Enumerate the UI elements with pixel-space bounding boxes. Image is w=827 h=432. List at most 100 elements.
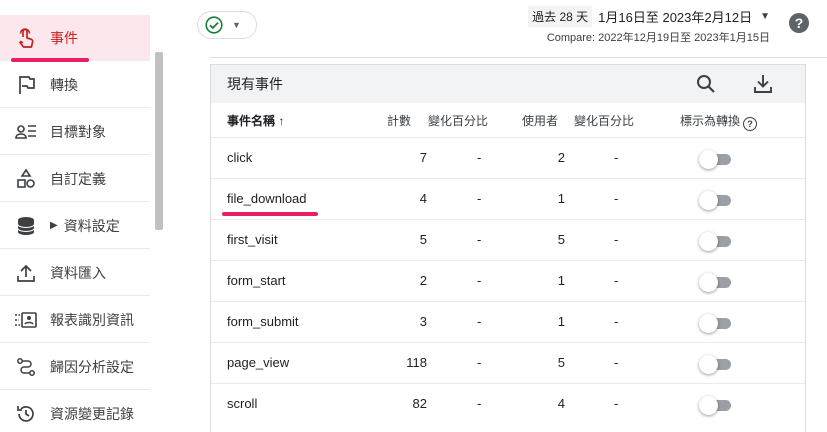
event-name[interactable]: form_submit xyxy=(227,314,299,329)
audience-icon xyxy=(14,120,38,144)
table-row: scroll 82 - 4 - xyxy=(211,383,805,424)
event-name[interactable]: form_start xyxy=(227,273,286,288)
event-count: 2 xyxy=(419,273,427,288)
event-users: 4 xyxy=(557,396,565,411)
help-icon[interactable]: ? xyxy=(789,13,809,33)
check-circle-icon xyxy=(205,16,223,34)
users-change: - xyxy=(614,396,619,411)
table-row: click 7 - 2 - xyxy=(211,137,805,178)
sidebar-item-data-import[interactable]: 資料匯入 xyxy=(0,250,150,296)
card-header: 現有事件 xyxy=(211,65,805,103)
mark-conversion-toggle[interactable] xyxy=(699,149,735,169)
column-header-users[interactable]: 使用者 xyxy=(522,112,558,129)
column-header-event-name[interactable]: 事件名稱 ↑ xyxy=(227,112,284,129)
column-header-count[interactable]: 計數 xyxy=(387,112,411,129)
chevron-down-icon: ▼ xyxy=(232,20,241,30)
column-header-count-change[interactable]: 變化百分比 xyxy=(428,112,488,129)
table-row: form_start 2 - 1 - xyxy=(211,260,805,301)
event-name[interactable]: first_visit xyxy=(227,232,278,247)
column-header-users-change[interactable]: 變化百分比 xyxy=(574,112,634,129)
sidebar-item-change-history[interactable]: 資源變更記錄 xyxy=(0,391,150,432)
shapes-icon xyxy=(14,167,38,191)
sidebar-item-label: 資料設定 xyxy=(63,217,120,234)
date-range-picker[interactable]: 過去 28 天 1月16日至 2023年2月12日 ▼ Compare: 202… xyxy=(528,5,770,45)
touch-icon xyxy=(14,26,38,50)
count-change: - xyxy=(477,314,482,329)
sidebar-item-conversions[interactable]: 轉換 xyxy=(0,62,150,108)
sidebar-item-label: 自訂定義 xyxy=(50,170,106,187)
upload-icon xyxy=(14,261,38,285)
sort-arrow-icon: ↑ xyxy=(278,114,285,128)
event-users: 5 xyxy=(557,232,565,247)
existing-events-card: 現有事件 事件名稱 ↑ 計數 變化百分比 使用者 變化百分比 標示為轉換? cl… xyxy=(210,64,806,432)
mark-conversion-toggle[interactable] xyxy=(699,313,735,333)
event-name[interactable]: file_download xyxy=(227,191,307,206)
event-name[interactable]: page_view xyxy=(227,355,289,370)
event-users: 5 xyxy=(557,355,565,370)
mark-conversion-toggle[interactable] xyxy=(699,272,735,292)
highlight-underline xyxy=(11,58,89,62)
sidebar-item-label: 轉換 xyxy=(50,76,78,93)
sidebar-item-custom-definitions[interactable]: 自訂定義 xyxy=(0,156,150,202)
event-count: 82 xyxy=(412,396,427,411)
event-count: 118 xyxy=(406,355,427,370)
column-header-label: 事件名稱 xyxy=(227,114,276,128)
sidebar-item-label: 歸因分析設定 xyxy=(50,358,134,375)
event-users: 2 xyxy=(557,150,565,165)
search-icon[interactable] xyxy=(694,72,718,96)
help-circle-icon[interactable]: ? xyxy=(743,117,758,131)
event-count: 5 xyxy=(419,232,427,247)
chevron-down-icon: ▼ xyxy=(760,10,770,22)
sidebar-item-attribution-settings[interactable]: 歸因分析設定 xyxy=(0,344,150,390)
mark-conversion-toggle[interactable] xyxy=(699,354,735,374)
download-icon[interactable] xyxy=(751,72,775,96)
users-change: - xyxy=(614,191,619,206)
users-change: - xyxy=(614,355,619,370)
table-row: first_visit 5 - 5 - xyxy=(211,219,805,260)
id-icon xyxy=(14,308,38,332)
users-change: - xyxy=(614,232,619,247)
mark-conversion-toggle[interactable] xyxy=(699,231,735,251)
sidebar-item-label: 報表識別資訊 xyxy=(50,311,134,328)
sidebar-item-label: 目標對象 xyxy=(50,123,106,140)
column-header-mark-conversion: 標示為轉換? xyxy=(680,112,758,131)
mark-conversion-toggle[interactable] xyxy=(699,395,735,415)
count-change: - xyxy=(477,150,482,165)
event-users: 1 xyxy=(557,314,565,329)
divider xyxy=(210,57,827,58)
event-count: 3 xyxy=(419,314,427,329)
mark-conversion-toggle[interactable] xyxy=(699,190,735,210)
count-change: - xyxy=(477,273,482,288)
count-change: - xyxy=(477,191,482,206)
table-row: page_view 118 - 5 - xyxy=(211,342,805,383)
event-users: 1 xyxy=(557,273,565,288)
users-change: - xyxy=(614,273,619,288)
sidebar-scrollbar[interactable] xyxy=(155,52,163,230)
sidebar-item-label: 資源變更記錄 xyxy=(50,406,134,422)
table-row: form_submit 3 - 1 - xyxy=(211,301,805,342)
date-preset-chip: 過去 28 天 xyxy=(528,5,593,27)
card-title: 現有事件 xyxy=(227,76,283,92)
event-name[interactable]: click xyxy=(227,150,252,165)
event-name[interactable]: scroll xyxy=(227,396,257,411)
flag-icon xyxy=(14,73,38,97)
sidebar-item-events[interactable]: 事件 xyxy=(0,15,150,61)
event-count: 4 xyxy=(419,191,427,206)
data-status-dropdown[interactable]: ▼ xyxy=(197,11,257,39)
sidebar-item-label: 資料匯入 xyxy=(50,264,106,281)
sidebar: 事件 轉換 目標對象 自訂定義 ▶ 資料設定 資料匯入 報表識別資訊 歸因分析設… xyxy=(0,0,150,432)
column-header-label: 標示為轉換 xyxy=(680,114,741,128)
count-change: - xyxy=(477,396,482,411)
sidebar-item-audiences[interactable]: 目標對象 xyxy=(0,109,150,155)
sidebar-item-reporting-identity[interactable]: 報表識別資訊 xyxy=(0,297,150,343)
sidebar-item-data-settings[interactable]: ▶ 資料設定 xyxy=(0,203,150,249)
expand-caret-icon[interactable]: ▶ xyxy=(50,220,58,231)
history-icon xyxy=(14,402,38,426)
users-change: - xyxy=(614,314,619,329)
event-users: 1 xyxy=(557,191,565,206)
highlight-underline xyxy=(222,212,318,216)
compare-range-text: Compare: 2022年12月19日至 2023年1月15日 xyxy=(546,32,770,44)
database-icon xyxy=(14,214,38,238)
users-change: - xyxy=(614,150,619,165)
count-change: - xyxy=(477,232,482,247)
